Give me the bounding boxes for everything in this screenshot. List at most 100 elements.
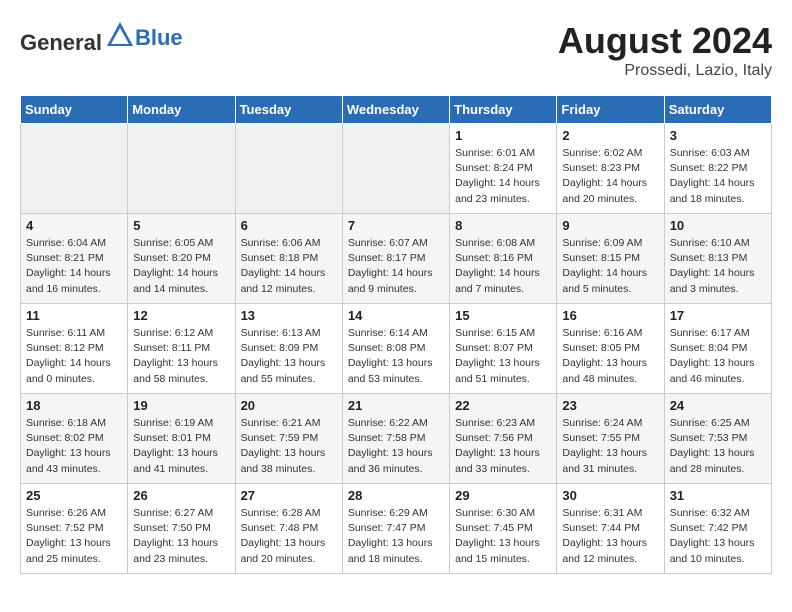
day-info: Sunrise: 6:30 AM Sunset: 7:45 PM Dayligh… — [455, 506, 551, 567]
calendar-header-row: SundayMondayTuesdayWednesdayThursdayFrid… — [21, 96, 772, 124]
day-number: 1 — [455, 128, 551, 143]
day-info: Sunrise: 6:24 AM Sunset: 7:55 PM Dayligh… — [562, 416, 658, 477]
calendar-body: 1 Sunrise: 6:01 AM Sunset: 8:24 PM Daylig… — [21, 124, 772, 574]
calendar-week-5: 25 Sunrise: 6:26 AM Sunset: 7:52 PM Dayli… — [21, 484, 772, 574]
day-number: 25 — [26, 488, 122, 503]
day-info: Sunrise: 6:28 AM Sunset: 7:48 PM Dayligh… — [241, 506, 337, 567]
calendar-cell — [235, 124, 342, 214]
day-number: 8 — [455, 218, 551, 233]
day-info: Sunrise: 6:16 AM Sunset: 8:05 PM Dayligh… — [562, 326, 658, 387]
calendar-cell: 7 Sunrise: 6:07 AM Sunset: 8:17 PM Daylig… — [342, 214, 449, 304]
calendar-cell: 3 Sunrise: 6:03 AM Sunset: 8:22 PM Daylig… — [664, 124, 771, 214]
calendar-cell: 5 Sunrise: 6:05 AM Sunset: 8:20 PM Daylig… — [128, 214, 235, 304]
day-info: Sunrise: 6:19 AM Sunset: 8:01 PM Dayligh… — [133, 416, 229, 477]
day-number: 3 — [670, 128, 766, 143]
day-info: Sunrise: 6:06 AM Sunset: 8:18 PM Dayligh… — [241, 236, 337, 297]
day-number: 19 — [133, 398, 229, 413]
calendar-cell — [342, 124, 449, 214]
day-number: 30 — [562, 488, 658, 503]
day-info: Sunrise: 6:02 AM Sunset: 8:23 PM Dayligh… — [562, 146, 658, 207]
calendar-cell: 12 Sunrise: 6:12 AM Sunset: 8:11 PM Dayli… — [128, 304, 235, 394]
day-info: Sunrise: 6:27 AM Sunset: 7:50 PM Dayligh… — [133, 506, 229, 567]
calendar-cell: 25 Sunrise: 6:26 AM Sunset: 7:52 PM Dayli… — [21, 484, 128, 574]
calendar-week-1: 1 Sunrise: 6:01 AM Sunset: 8:24 PM Daylig… — [21, 124, 772, 214]
day-number: 31 — [670, 488, 766, 503]
column-header-friday: Friday — [557, 96, 664, 124]
day-number: 23 — [562, 398, 658, 413]
calendar-week-3: 11 Sunrise: 6:11 AM Sunset: 8:12 PM Dayli… — [21, 304, 772, 394]
day-number: 17 — [670, 308, 766, 323]
day-number: 5 — [133, 218, 229, 233]
day-number: 2 — [562, 128, 658, 143]
day-info: Sunrise: 6:03 AM Sunset: 8:22 PM Dayligh… — [670, 146, 766, 207]
day-number: 29 — [455, 488, 551, 503]
day-number: 26 — [133, 488, 229, 503]
calendar-cell: 16 Sunrise: 6:16 AM Sunset: 8:05 PM Dayli… — [557, 304, 664, 394]
logo: General Blue — [20, 20, 183, 56]
day-number: 11 — [26, 308, 122, 323]
day-number: 24 — [670, 398, 766, 413]
calendar-cell: 17 Sunrise: 6:17 AM Sunset: 8:04 PM Dayli… — [664, 304, 771, 394]
calendar-cell: 10Sunrise: 6:10 AM Sunset: 8:13 PM Dayli… — [664, 214, 771, 304]
day-number: 20 — [241, 398, 337, 413]
day-number: 13 — [241, 308, 337, 323]
day-number: 22 — [455, 398, 551, 413]
day-info: Sunrise: 6:14 AM Sunset: 8:08 PM Dayligh… — [348, 326, 444, 387]
calendar-cell: 1 Sunrise: 6:01 AM Sunset: 8:24 PM Daylig… — [450, 124, 557, 214]
calendar-cell: 4Sunrise: 6:04 AM Sunset: 8:21 PM Daylig… — [21, 214, 128, 304]
calendar-cell: 20 Sunrise: 6:21 AM Sunset: 7:59 PM Dayli… — [235, 394, 342, 484]
calendar-week-2: 4Sunrise: 6:04 AM Sunset: 8:21 PM Daylig… — [21, 214, 772, 304]
column-header-sunday: Sunday — [21, 96, 128, 124]
calendar-cell: 15 Sunrise: 6:15 AM Sunset: 8:07 PM Dayli… — [450, 304, 557, 394]
day-info: Sunrise: 6:04 AM Sunset: 8:21 PM Dayligh… — [26, 236, 122, 297]
day-number: 15 — [455, 308, 551, 323]
logo-general: General — [20, 30, 102, 55]
calendar-cell: 6 Sunrise: 6:06 AM Sunset: 8:18 PM Daylig… — [235, 214, 342, 304]
day-info: Sunrise: 6:32 AM Sunset: 7:42 PM Dayligh… — [670, 506, 766, 567]
day-number: 12 — [133, 308, 229, 323]
calendar-cell: 29 Sunrise: 6:30 AM Sunset: 7:45 PM Dayli… — [450, 484, 557, 574]
calendar-cell: 21Sunrise: 6:22 AM Sunset: 7:58 PM Dayli… — [342, 394, 449, 484]
day-info: Sunrise: 6:07 AM Sunset: 8:17 PM Dayligh… — [348, 236, 444, 297]
column-header-saturday: Saturday — [664, 96, 771, 124]
column-header-tuesday: Tuesday — [235, 96, 342, 124]
day-number: 10 — [670, 218, 766, 233]
day-info: Sunrise: 6:26 AM Sunset: 7:52 PM Dayligh… — [26, 506, 122, 567]
calendar-cell: 2 Sunrise: 6:02 AM Sunset: 8:23 PM Daylig… — [557, 124, 664, 214]
day-info: Sunrise: 6:21 AM Sunset: 7:59 PM Dayligh… — [241, 416, 337, 477]
calendar-cell: 8 Sunrise: 6:08 AM Sunset: 8:16 PM Daylig… — [450, 214, 557, 304]
day-number: 27 — [241, 488, 337, 503]
day-info: Sunrise: 6:31 AM Sunset: 7:44 PM Dayligh… — [562, 506, 658, 567]
calendar-cell: 28Sunrise: 6:29 AM Sunset: 7:47 PM Dayli… — [342, 484, 449, 574]
column-header-thursday: Thursday — [450, 96, 557, 124]
location: Prossedi, Lazio, Italy — [558, 62, 772, 80]
day-info: Sunrise: 6:08 AM Sunset: 8:16 PM Dayligh… — [455, 236, 551, 297]
calendar-cell: 9Sunrise: 6:09 AM Sunset: 8:15 PM Daylig… — [557, 214, 664, 304]
day-info: Sunrise: 6:01 AM Sunset: 8:24 PM Dayligh… — [455, 146, 551, 207]
month-year: August 2024 — [558, 20, 772, 62]
page-header: General Blue August 2024 Prossedi, Lazio… — [20, 20, 772, 80]
logo-icon — [105, 20, 135, 50]
column-header-monday: Monday — [128, 96, 235, 124]
day-info: Sunrise: 6:05 AM Sunset: 8:20 PM Dayligh… — [133, 236, 229, 297]
day-number: 6 — [241, 218, 337, 233]
calendar-cell: 19 Sunrise: 6:19 AM Sunset: 8:01 PM Dayli… — [128, 394, 235, 484]
calendar-cell: 26 Sunrise: 6:27 AM Sunset: 7:50 PM Dayli… — [128, 484, 235, 574]
calendar-cell: 14 Sunrise: 6:14 AM Sunset: 8:08 PM Dayli… — [342, 304, 449, 394]
day-info: Sunrise: 6:17 AM Sunset: 8:04 PM Dayligh… — [670, 326, 766, 387]
day-info: Sunrise: 6:29 AM Sunset: 7:47 PM Dayligh… — [348, 506, 444, 567]
day-info: Sunrise: 6:12 AM Sunset: 8:11 PM Dayligh… — [133, 326, 229, 387]
calendar-cell: 22Sunrise: 6:23 AM Sunset: 7:56 PM Dayli… — [450, 394, 557, 484]
title-block: August 2024 Prossedi, Lazio, Italy — [558, 20, 772, 80]
calendar-cell — [21, 124, 128, 214]
calendar-cell: 30 Sunrise: 6:31 AM Sunset: 7:44 PM Dayli… — [557, 484, 664, 574]
calendar-table: SundayMondayTuesdayWednesdayThursdayFrid… — [20, 95, 772, 574]
day-number: 14 — [348, 308, 444, 323]
calendar-week-4: 18Sunrise: 6:18 AM Sunset: 8:02 PM Dayli… — [21, 394, 772, 484]
calendar-cell: 27 Sunrise: 6:28 AM Sunset: 7:48 PM Dayli… — [235, 484, 342, 574]
day-info: Sunrise: 6:11 AM Sunset: 8:12 PM Dayligh… — [26, 326, 122, 387]
logo-blue: Blue — [135, 25, 183, 50]
day-info: Sunrise: 6:15 AM Sunset: 8:07 PM Dayligh… — [455, 326, 551, 387]
day-number: 7 — [348, 218, 444, 233]
day-number: 16 — [562, 308, 658, 323]
